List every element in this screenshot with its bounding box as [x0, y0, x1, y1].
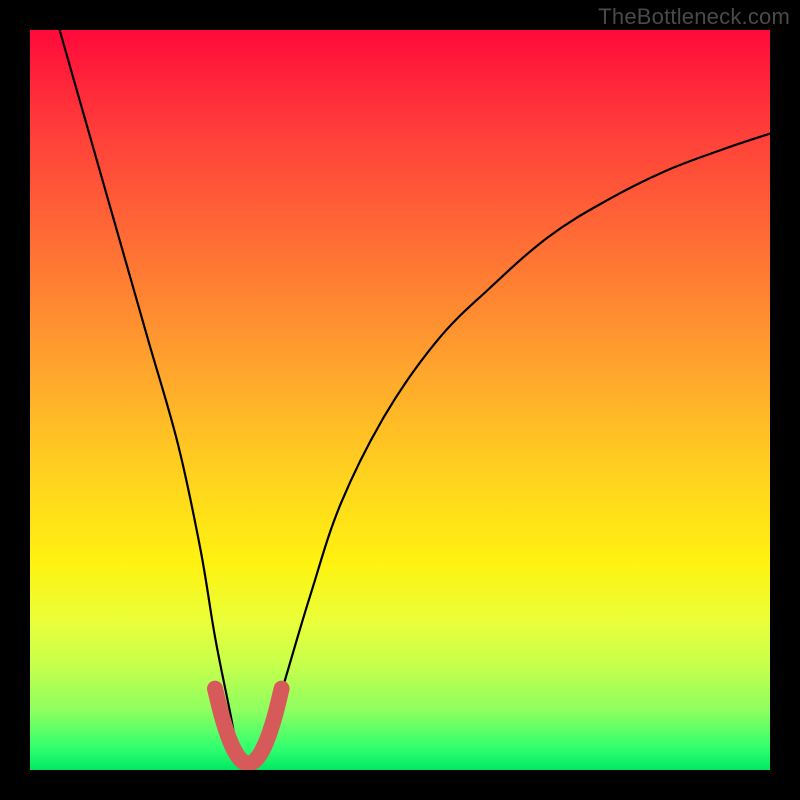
chart-svg: [30, 30, 770, 770]
bottleneck-curve: [60, 30, 770, 766]
chart-plot-area: [30, 30, 770, 770]
watermark-text: TheBottleneck.com: [598, 4, 790, 30]
highlight-segment: [215, 689, 282, 764]
